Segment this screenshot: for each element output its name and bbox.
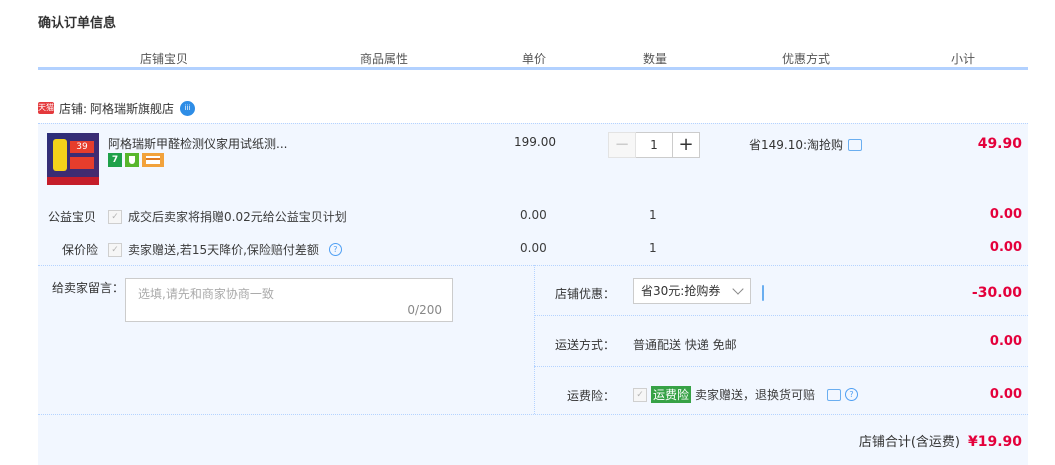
- service-badges: 7: [108, 153, 164, 167]
- shop-total: 店铺合计(含运费) ¥19.90: [859, 431, 1022, 450]
- charity-text: 成交后卖家将捐赠0.02元给公益宝贝计划: [128, 208, 347, 225]
- col-header-attributes: 商品属性: [360, 50, 408, 67]
- shipping-insurance-amount: 0.00: [990, 387, 1022, 402]
- message-char-count: 0/200: [407, 303, 442, 317]
- product-name-link[interactable]: 阿格瑞斯甲醛检测仪家用试纸测...: [108, 135, 287, 152]
- charity-label: 公益宝贝: [48, 208, 96, 225]
- price-protect-option: ✓ 卖家赠送,若15天降价,保险赔付差额 ?: [108, 241, 342, 258]
- credit-card-icon[interactable]: [142, 153, 164, 167]
- shop-total-amount: ¥19.90: [968, 434, 1022, 450]
- charity-price: 0.00: [520, 208, 547, 222]
- seller-message-input[interactable]: 选填,请先和商家协商一致 0/200: [125, 278, 453, 322]
- charity-option: ✓ 成交后卖家将捐赠0.02元给公益宝贝计划: [108, 208, 347, 225]
- shipping-label: 运送方式：: [555, 336, 615, 353]
- charity-qty: 1: [649, 208, 657, 222]
- col-header-unit-price: 单价: [522, 50, 546, 67]
- promo-text: 省149.10:淘抢购: [749, 136, 843, 153]
- price-protect-text: 卖家赠送,若15天降价,保险赔付差额: [128, 241, 319, 258]
- insurance-help-icon[interactable]: ?: [845, 388, 858, 401]
- help-icon[interactable]: ?: [329, 243, 342, 256]
- chevron-down-icon: [732, 283, 743, 294]
- col-header-discount: 优惠方式: [782, 50, 830, 67]
- price-protect-price: 0.00: [520, 241, 547, 255]
- price-protect-amount: 0.00: [990, 240, 1022, 255]
- quantity-stepper: − 1 +: [608, 132, 700, 158]
- shop-discount-selected: 省30元:抢购券: [641, 284, 720, 298]
- shop-label: 店铺:: [59, 100, 87, 117]
- col-header-quantity: 数量: [643, 50, 667, 67]
- message-label: 给卖家留言：: [52, 279, 124, 296]
- charity-amount: 0.00: [990, 207, 1022, 222]
- promo-comment-icon[interactable]: [848, 139, 862, 151]
- price-protect-checkbox[interactable]: ✓: [108, 243, 122, 257]
- col-header-subtotal: 小计: [951, 50, 975, 67]
- page-title: 确认订单信息: [38, 12, 116, 31]
- unit-price: 199.00: [514, 135, 556, 149]
- charity-checkbox[interactable]: ✓: [108, 210, 122, 224]
- shipping-method: 普通配送 快递 免邮: [633, 336, 737, 353]
- col-header-shop-item: 店铺宝贝: [140, 50, 188, 67]
- shop-discount-label: 店铺优惠：: [555, 285, 615, 302]
- message-placeholder: 选填,请先和商家协商一致: [138, 285, 274, 302]
- quantity-input[interactable]: 1: [636, 132, 672, 158]
- quantity-increase-button[interactable]: +: [672, 132, 700, 158]
- tmall-badge-icon: 天猫: [38, 102, 54, 114]
- shop-name-link[interactable]: 阿格瑞斯旗舰店: [90, 100, 174, 117]
- shop-discount-select[interactable]: 省30元:抢购券: [633, 278, 751, 304]
- price-protect-qty: 1: [649, 241, 657, 255]
- header-divider: [38, 67, 1028, 70]
- price-protect-label: 保价险: [62, 241, 98, 258]
- shop-total-label: 店铺合计(含运费): [859, 431, 960, 450]
- shipping-amount: 0.00: [990, 334, 1022, 349]
- guarantee-icon[interactable]: [125, 153, 139, 167]
- seven-day-return-icon[interactable]: 7: [108, 153, 122, 167]
- shipping-insurance-text: 卖家赠送，退换货可赔: [695, 386, 815, 403]
- shipping-insurance-label: 运费险：: [555, 387, 615, 404]
- shipping-insurance-checkbox[interactable]: ✓: [633, 388, 647, 402]
- shipping-insurance-option: ✓ 运费险 卖家赠送，退换货可赔 ?: [633, 386, 858, 403]
- discount-comment-icon[interactable]: [762, 285, 764, 301]
- wangwang-chat-icon[interactable]: iii: [180, 101, 195, 116]
- shop-discount-amount: -30.00: [972, 285, 1022, 301]
- promo-info: 省149.10:淘抢购: [749, 136, 862, 153]
- shop-row: 天猫 店铺: 阿格瑞斯旗舰店 iii: [38, 99, 195, 117]
- product-thumbnail[interactable]: 39: [47, 133, 99, 185]
- shipping-insurance-tag: 运费险: [651, 386, 691, 403]
- quantity-decrease-button[interactable]: −: [608, 132, 636, 158]
- item-subtotal: 49.90: [978, 136, 1022, 152]
- insurance-comment-icon[interactable]: [827, 389, 841, 401]
